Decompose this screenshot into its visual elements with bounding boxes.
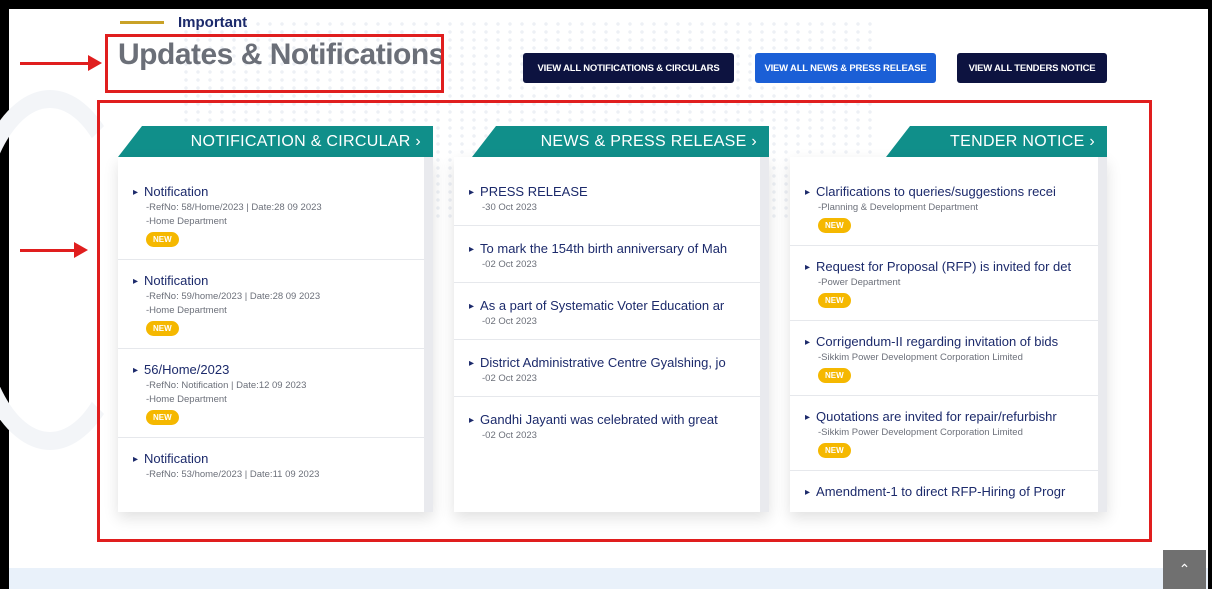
list-item[interactable]: Notification -RefNo: 59/home/2023 | Date… (118, 260, 433, 349)
tender-panel-header[interactable]: TENDER NOTICE › (790, 126, 1107, 157)
item-title[interactable]: Notification (133, 451, 419, 466)
new-badge: NEW (818, 368, 851, 383)
new-badge: NEW (146, 232, 179, 247)
item-ref: -RefNo: 53/home/2023 | Date:11 09 2023 (146, 469, 320, 480)
next-section-band (9, 568, 1208, 589)
item-title[interactable]: PRESS RELEASE (469, 184, 755, 199)
item-title[interactable]: District Administrative Centre Gyalshing… (469, 355, 755, 370)
screenshot-border-top (0, 0, 1212, 9)
list-item[interactable]: Clarifications to queries/suggestions re… (790, 157, 1107, 246)
list-item[interactable]: District Administrative Centre Gyalshing… (454, 340, 769, 397)
annotation-arrow-panels (20, 242, 88, 258)
item-date: -02 Oct 2023 (482, 316, 537, 327)
tender-list: Clarifications to queries/suggestions re… (790, 157, 1107, 512)
tender-notice-panel: TENDER NOTICE › Clarifications to querie… (790, 126, 1107, 512)
annotation-arrow-title (20, 55, 102, 71)
notification-circular-panel: NOTIFICATION & CIRCULAR › Notification -… (118, 126, 433, 512)
list-item[interactable]: Quotations are invited for repair/refurb… (790, 396, 1107, 471)
item-department: -Sikkim Power Development Corporation Li… (818, 427, 1023, 438)
scrollbar[interactable] (760, 157, 769, 512)
item-department: -Sikkim Power Development Corporation Li… (818, 352, 1023, 363)
list-item[interactable]: Corrigendum-II regarding invitation of b… (790, 321, 1107, 396)
scrollbar[interactable] (1098, 157, 1107, 512)
item-date: -30 Oct 2023 (482, 202, 537, 213)
view-all-notifications-button[interactable]: VIEW ALL NOTIFICATIONS & CIRCULARS (523, 53, 734, 83)
view-all-tenders-button[interactable]: VIEW ALL TENDERS NOTICE (957, 53, 1107, 83)
screenshot-border-right (1208, 0, 1212, 589)
scroll-to-top-button[interactable]: ⌃ (1163, 550, 1206, 589)
item-title[interactable]: As a part of Systematic Voter Education … (469, 298, 755, 313)
news-list: PRESS RELEASE -30 Oct 2023 To mark the 1… (454, 157, 769, 512)
notification-panel-title[interactable]: NOTIFICATION & CIRCULAR › (142, 126, 433, 157)
scrollbar[interactable] (424, 157, 433, 512)
item-title[interactable]: To mark the 154th birth anniversary of M… (469, 241, 755, 256)
item-department: -Home Department (146, 394, 227, 405)
item-date: -02 Oct 2023 (482, 430, 537, 441)
new-badge: NEW (818, 218, 851, 233)
list-item[interactable]: As a part of Systematic Voter Education … (454, 283, 769, 340)
header-ribbon-edge (472, 126, 496, 157)
new-badge: NEW (818, 443, 851, 458)
new-badge: NEW (818, 293, 851, 308)
item-ref: -RefNo: 59/home/2023 | Date:28 09 2023 (146, 291, 321, 302)
new-badge: NEW (146, 410, 179, 425)
item-title[interactable]: 56/Home/2023 (133, 362, 419, 377)
list-item[interactable]: Gandhi Jayanti was celebrated with great… (454, 397, 769, 453)
news-press-panel: NEWS & PRESS RELEASE › PRESS RELEASE -30… (454, 126, 769, 512)
new-badge: NEW (146, 321, 179, 336)
list-item[interactable]: Notification -RefNo: 58/Home/2023 | Date… (118, 157, 433, 260)
item-department: -Power Department (818, 277, 901, 288)
list-item[interactable]: Request for Proposal (RFP) is invited fo… (790, 246, 1107, 321)
item-department: -Home Department (146, 216, 227, 227)
eyebrow-text: Important (178, 14, 248, 31)
item-title[interactable]: Notification (133, 273, 419, 288)
item-title[interactable]: Request for Proposal (RFP) is invited fo… (805, 259, 1093, 274)
annotation-box-title (105, 34, 444, 93)
item-title[interactable]: Clarifications to queries/suggestions re… (805, 184, 1093, 199)
item-title[interactable]: Amendment-1 to direct RFP-Hiring of Prog… (805, 484, 1093, 499)
list-item[interactable]: PRESS RELEASE -30 Oct 2023 (454, 157, 769, 226)
notification-panel-header[interactable]: NOTIFICATION & CIRCULAR › (118, 126, 433, 157)
item-department: -Planning & Development Department (818, 202, 979, 213)
item-title[interactable]: Corrigendum-II regarding invitation of b… (805, 334, 1093, 349)
item-ref: -RefNo: Notification | Date:12 09 2023 (146, 380, 307, 391)
eyebrow-line (120, 21, 164, 24)
list-item[interactable]: Amendment-1 to direct RFP-Hiring of Prog… (790, 471, 1107, 511)
item-date: -02 Oct 2023 (482, 373, 537, 384)
view-all-news-button[interactable]: VIEW ALL NEWS & PRESS RELEASE (755, 53, 936, 83)
news-panel-header[interactable]: NEWS & PRESS RELEASE › (454, 126, 769, 157)
header-ribbon-edge (118, 126, 142, 157)
section-eyebrow: Important (120, 14, 247, 31)
list-item[interactable]: 56/Home/2023 -RefNo: Notification | Date… (118, 349, 433, 438)
item-ref: -RefNo: 58/Home/2023 | Date:28 09 2023 (146, 202, 322, 213)
list-item[interactable]: Notification -RefNo: 53/home/2023 | Date… (118, 438, 433, 492)
news-panel-title[interactable]: NEWS & PRESS RELEASE › (496, 126, 769, 157)
item-date: -02 Oct 2023 (482, 259, 537, 270)
item-title[interactable]: Quotations are invited for repair/refurb… (805, 409, 1093, 424)
tender-panel-title[interactable]: TENDER NOTICE › (910, 126, 1107, 157)
header-ribbon-edge (886, 126, 910, 157)
item-title[interactable]: Gandhi Jayanti was celebrated with great (469, 412, 755, 427)
notification-list: Notification -RefNo: 58/Home/2023 | Date… (118, 157, 433, 512)
item-title[interactable]: Notification (133, 184, 419, 199)
item-department: -Home Department (146, 305, 227, 316)
chevron-up-icon: ⌃ (1178, 561, 1191, 577)
list-item[interactable]: To mark the 154th birth anniversary of M… (454, 226, 769, 283)
